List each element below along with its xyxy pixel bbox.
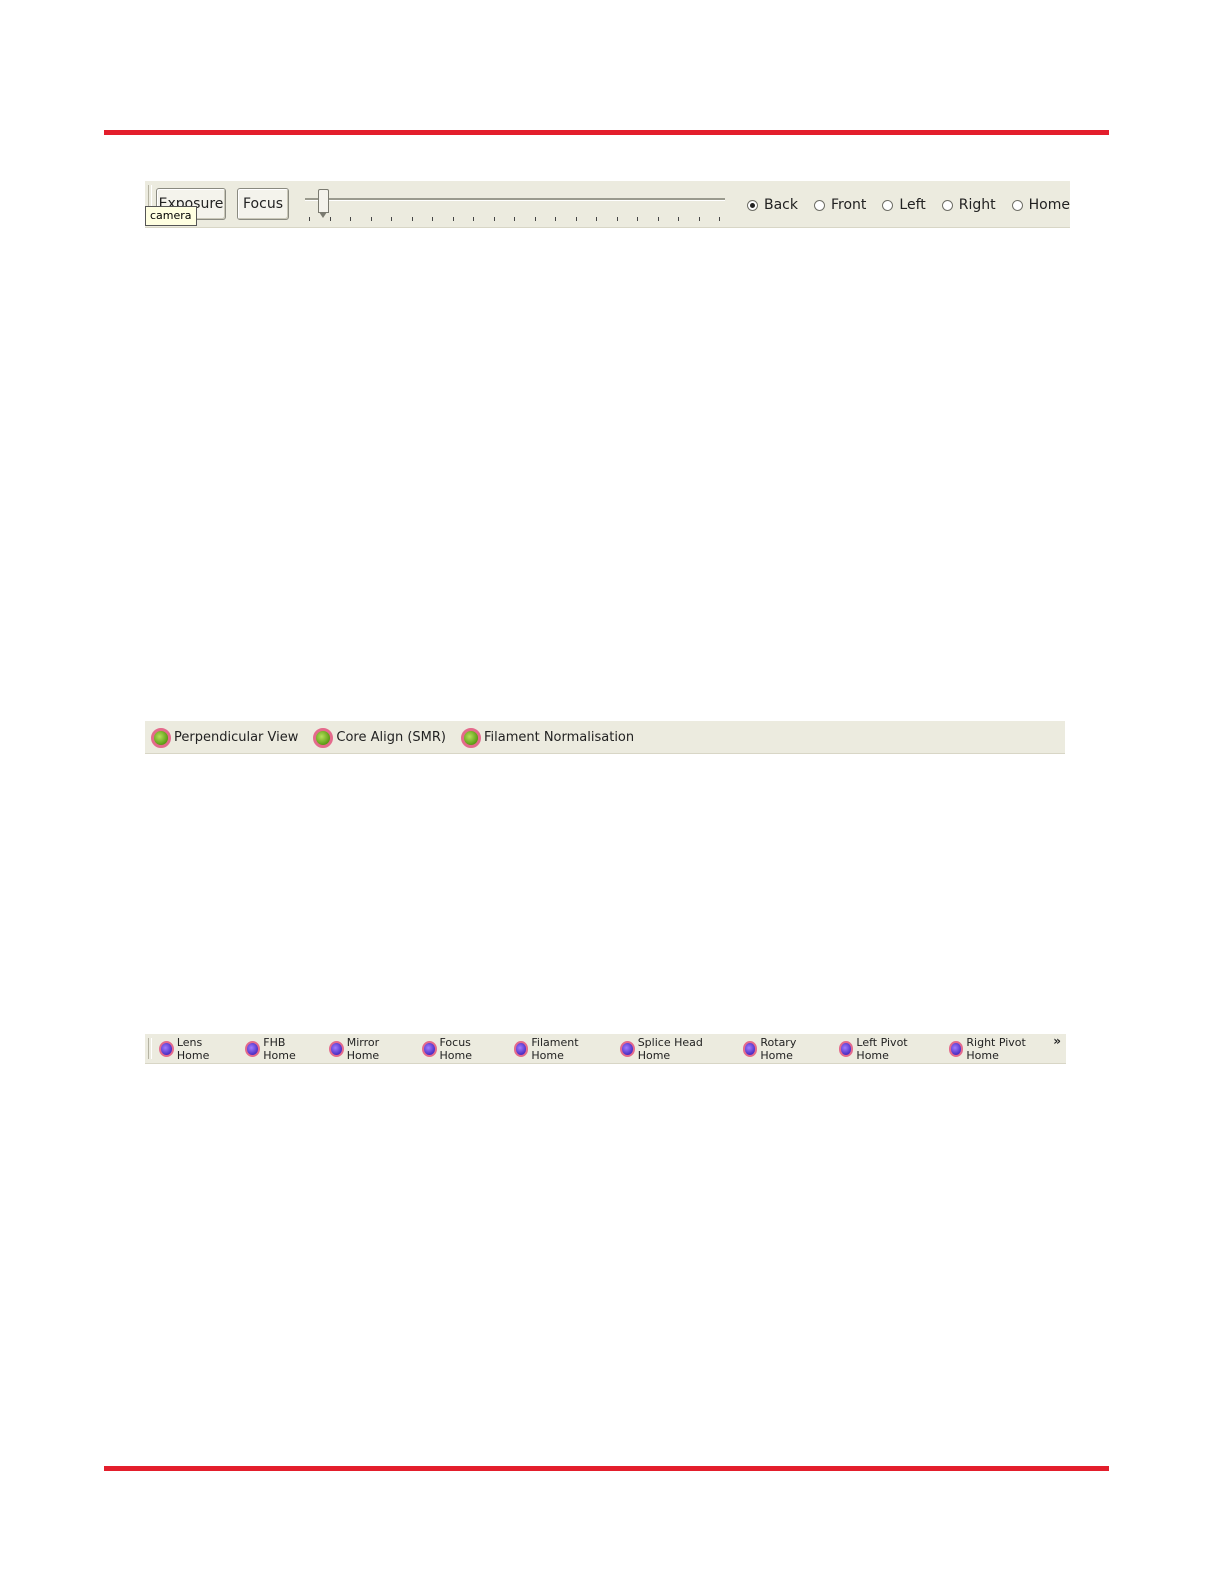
splice-head-home-button[interactable]: Splice Head Home: [619, 1036, 730, 1062]
radio-left[interactable]: Left: [882, 197, 926, 213]
algorithm-item-row: Perpendicular View Core Align (SMR) Fila…: [151, 726, 649, 749]
slider-tick: [309, 217, 310, 221]
green-led-icon: [460, 727, 481, 748]
radio-right[interactable]: Right: [941, 197, 996, 213]
footer-rule: [104, 1466, 1109, 1471]
blue-led-icon: [421, 1041, 437, 1057]
blue-led-icon: [838, 1041, 854, 1057]
home-toolbar: Lens Home FHB Home Mirror Home Focus Hom…: [145, 1034, 1066, 1064]
led-label: Splice Head Home: [637, 1036, 703, 1062]
radio-front[interactable]: Front: [814, 197, 866, 213]
filament-home-button[interactable]: Filament Home: [513, 1036, 607, 1062]
radio-label: Back: [764, 197, 798, 213]
slider-tick: [370, 217, 372, 221]
mirror-home-button[interactable]: Mirror Home: [328, 1036, 409, 1062]
left-pivot-home-button[interactable]: Left Pivot Home: [838, 1036, 936, 1062]
algorithm-toolbar: Perpendicular View Core Align (SMR) Fila…: [145, 721, 1065, 754]
blue-led-icon: [742, 1041, 758, 1057]
led-label: Focus Home: [439, 1036, 472, 1062]
led-label: Rotary Home: [760, 1036, 797, 1062]
view-radio-group: Back Front Left Right Home: [747, 194, 1086, 216]
radio-button-icon[interactable]: [882, 199, 894, 211]
green-led-icon: [151, 727, 171, 748]
focus-slider[interactable]: [305, 187, 725, 223]
blue-led-icon: [619, 1041, 635, 1057]
slider-tick: [411, 217, 413, 221]
focus-home-button[interactable]: Focus Home: [421, 1036, 501, 1062]
slider-tick: [391, 217, 392, 221]
slider-thumb[interactable]: [318, 189, 329, 218]
radio-home[interactable]: Home: [1011, 197, 1070, 213]
home-item-row: Lens Home FHB Home Mirror Home Focus Hom…: [159, 1036, 1066, 1062]
focus-button[interactable]: Focus: [237, 188, 289, 220]
blue-led-icon: [328, 1041, 344, 1057]
led-label: Mirror Home: [346, 1036, 380, 1062]
fhb-home-button[interactable]: FHB Home: [245, 1036, 315, 1062]
slider-tick: [350, 217, 351, 221]
perpendicular-view-button[interactable]: Perpendicular View: [151, 727, 299, 748]
led-label: Filament Home: [531, 1036, 579, 1062]
led-label: FHB Home: [263, 1036, 296, 1062]
slider-tick: [678, 217, 679, 221]
slider-tick: [514, 217, 515, 221]
slider-tick: [473, 217, 474, 221]
core-align-button[interactable]: Core Align (SMR): [313, 727, 446, 748]
radio-button-icon[interactable]: [747, 199, 758, 211]
lens-home-button[interactable]: Lens Home: [159, 1036, 232, 1062]
slider-tick: [719, 217, 720, 221]
radio-label: Left: [899, 197, 926, 213]
radio-label: Home: [1028, 197, 1070, 213]
green-led-icon: [313, 727, 334, 748]
toolbar-grip[interactable]: [148, 1038, 152, 1059]
radio-label: Front: [831, 197, 867, 213]
slider-tick: [452, 217, 454, 221]
slider-tick: [698, 217, 700, 221]
radio-button-icon[interactable]: [1011, 199, 1023, 211]
led-label: Filament Normalisation: [483, 730, 635, 745]
slider-tick: [596, 217, 597, 221]
slider-tick: [555, 217, 556, 221]
blue-led-icon: [948, 1041, 964, 1057]
camera-toolbar: Exposure Focus camera Back Front Left Ri…: [145, 181, 1070, 228]
slider-tick: [432, 217, 433, 221]
blue-led-icon: [513, 1041, 529, 1057]
radio-button-icon[interactable]: [941, 199, 953, 211]
radio-back[interactable]: Back: [747, 197, 798, 213]
led-label: Left Pivot Home: [856, 1036, 908, 1062]
led-label: Right Pivot Home: [966, 1036, 1026, 1062]
led-label: Perpendicular View: [174, 730, 299, 745]
radio-label: Right: [958, 197, 996, 213]
blue-led-icon: [159, 1041, 174, 1057]
slider-tick: [616, 217, 618, 221]
radio-button-icon[interactable]: [814, 199, 825, 211]
slider-tick: [637, 217, 638, 221]
slider-tick: [534, 217, 536, 221]
right-pivot-home-button[interactable]: Right Pivot Home: [948, 1036, 1054, 1062]
rotary-home-button[interactable]: Rotary Home: [742, 1036, 826, 1062]
slider-tick: [493, 217, 495, 221]
led-label: Lens Home: [176, 1036, 210, 1062]
header-rule: [104, 130, 1109, 135]
toolbar-overflow-chevron-icon[interactable]: »: [1053, 1034, 1061, 1048]
camera-tooltip: camera: [145, 206, 197, 226]
slider-tick: [575, 217, 577, 221]
slider-tick: [329, 217, 331, 221]
filament-normalisation-button[interactable]: Filament Normalisation: [460, 727, 635, 748]
blue-led-icon: [245, 1041, 261, 1057]
slider-track: [305, 198, 725, 201]
slider-tick: [657, 217, 659, 221]
led-label: Core Align (SMR): [336, 730, 446, 745]
